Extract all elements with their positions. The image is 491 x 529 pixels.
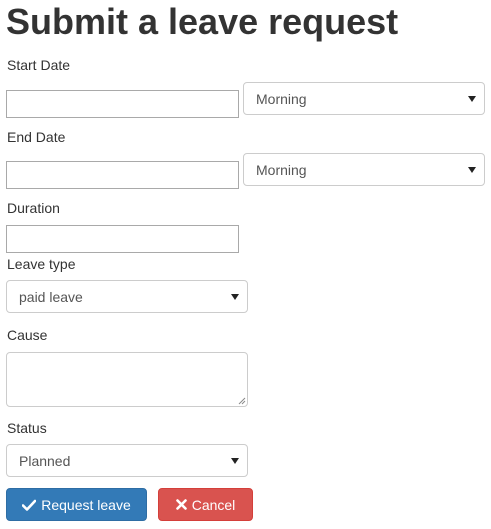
dropdown-arrow-icon xyxy=(468,166,476,173)
check-icon xyxy=(22,499,37,511)
start-date-period-select[interactable]: Morning xyxy=(243,82,485,115)
cause-label: Cause xyxy=(7,327,48,343)
cancel-label: Cancel xyxy=(191,496,236,513)
end-date-label: End Date xyxy=(7,129,66,145)
status-value: Planned xyxy=(19,452,71,469)
duration-input[interactable] xyxy=(6,225,239,253)
dropdown-arrow-icon xyxy=(231,293,239,300)
request-leave-label: Request leave xyxy=(41,496,131,513)
cancel-button[interactable]: Cancel xyxy=(158,488,253,521)
end-date-period-select[interactable]: Morning xyxy=(243,153,485,186)
request-leave-button[interactable]: Request leave xyxy=(6,488,147,521)
start-date-period-value: Morning xyxy=(256,90,307,107)
times-icon xyxy=(175,499,187,510)
resize-grip-icon[interactable] xyxy=(238,397,246,405)
status-select[interactable]: Planned xyxy=(6,444,248,477)
dropdown-arrow-icon xyxy=(468,95,476,102)
leave-type-label: Leave type xyxy=(7,256,76,272)
leave-type-value: paid leave xyxy=(19,288,83,305)
start-date-input[interactable] xyxy=(6,90,239,118)
start-date-label: Start Date xyxy=(7,57,71,73)
cause-textarea[interactable] xyxy=(6,352,248,407)
end-date-period-value: Morning xyxy=(256,161,307,178)
page-title: Submit a leave request xyxy=(6,1,399,42)
duration-label: Duration xyxy=(7,200,60,216)
status-label: Status xyxy=(7,420,47,436)
dropdown-arrow-icon xyxy=(231,457,239,464)
cause-field xyxy=(6,352,248,407)
leave-type-select[interactable]: paid leave xyxy=(6,280,248,313)
end-date-input[interactable] xyxy=(6,161,239,189)
